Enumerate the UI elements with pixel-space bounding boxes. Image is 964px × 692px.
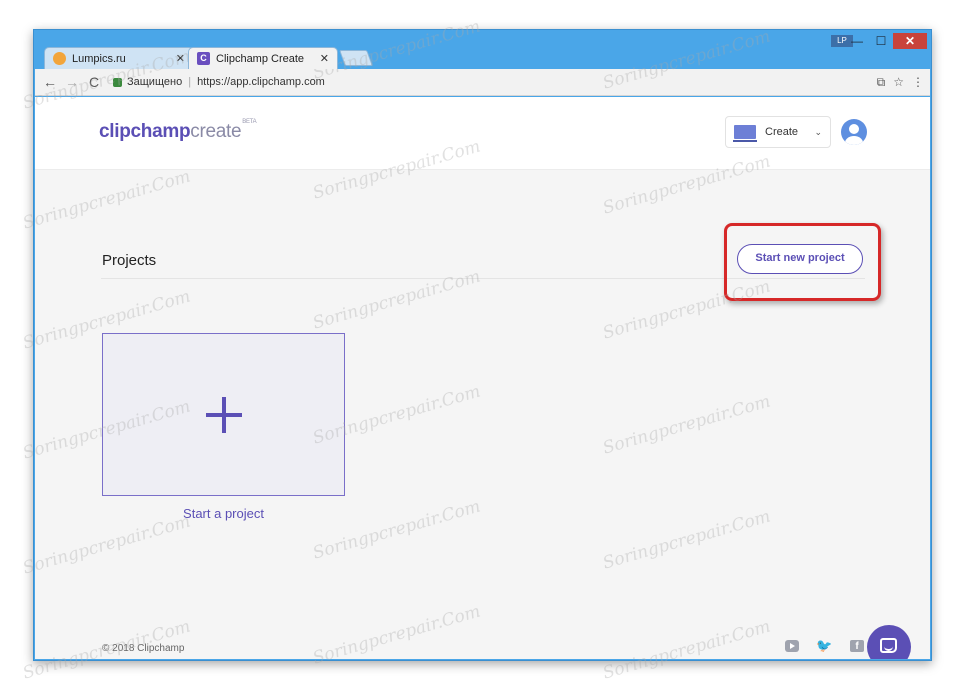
toolbar-actions: ⧉ ☆ ⋮ bbox=[877, 75, 924, 90]
chat-launcher-button[interactable] bbox=[867, 625, 911, 659]
bookmark-star-icon[interactable]: ☆ bbox=[893, 75, 904, 89]
maximize-button[interactable]: ☐ bbox=[869, 33, 893, 49]
twitter-icon[interactable]: 🐦 bbox=[816, 639, 832, 652]
close-window-button[interactable]: ✕ bbox=[893, 33, 927, 49]
new-project-tile[interactable] bbox=[102, 333, 345, 496]
copyright-text: © 2018 Clipchamp bbox=[102, 643, 185, 654]
avatar[interactable] bbox=[841, 119, 867, 145]
browser-menu-icon[interactable]: ⋮ bbox=[912, 75, 924, 89]
page-viewport: clipchampcreateBETA Create ⌄ Projects St… bbox=[35, 97, 930, 659]
browser-window: LP — ☐ ✕ Lumpics.ru ✕ C Clipchamp Create… bbox=[33, 29, 932, 661]
secure-label: Защищено bbox=[127, 76, 183, 88]
logo-sub: create bbox=[190, 121, 242, 142]
avatar-head bbox=[849, 124, 859, 134]
page-title: Projects bbox=[102, 252, 157, 269]
tab-clipchamp[interactable]: C Clipchamp Create ✕ bbox=[188, 47, 338, 69]
address-separator: | bbox=[188, 76, 192, 88]
forward-icon[interactable]: → bbox=[63, 73, 81, 91]
app-header: clipchampcreateBETA Create ⌄ bbox=[35, 97, 930, 170]
beta-badge: BETA bbox=[242, 119, 257, 125]
lock-icon bbox=[113, 77, 122, 87]
browser-toolbar: ← → C Защищено | https://app.clipchamp.c… bbox=[35, 69, 930, 96]
facebook-icon[interactable]: f bbox=[850, 640, 864, 652]
screen-icon bbox=[733, 125, 757, 142]
reload-icon[interactable]: C bbox=[85, 73, 103, 91]
start-project-link[interactable]: Start a project bbox=[102, 506, 345, 521]
lumpics-favicon-icon bbox=[53, 52, 66, 65]
plus-icon-bar bbox=[206, 413, 242, 417]
avatar-body bbox=[845, 136, 863, 145]
address-bar[interactable]: Защищено | https://app.clipchamp.com bbox=[113, 72, 877, 92]
tab-title: Clipchamp Create bbox=[216, 52, 305, 65]
translate-icon[interactable]: ⧉ bbox=[877, 75, 886, 90]
youtube-icon[interactable] bbox=[785, 640, 799, 652]
clipchamp-favicon-icon: C bbox=[197, 52, 210, 65]
create-dropdown[interactable]: Create ⌄ bbox=[725, 116, 831, 148]
tab-title: Lumpics.ru bbox=[72, 52, 126, 65]
chevron-down-icon: ⌄ bbox=[814, 126, 822, 137]
minimize-button[interactable]: — bbox=[845, 33, 869, 49]
tab-strip: Lumpics.ru ✕ C Clipchamp Create ✕ bbox=[44, 45, 373, 69]
back-icon[interactable]: ← bbox=[41, 73, 59, 91]
clipchamp-logo[interactable]: clipchampcreateBETA bbox=[99, 119, 257, 143]
tab-lumpics[interactable]: Lumpics.ru ✕ bbox=[44, 47, 194, 69]
highlight-frame bbox=[724, 223, 881, 301]
window-controls: — ☐ ✕ bbox=[845, 33, 927, 49]
tab-close-icon[interactable]: ✕ bbox=[176, 52, 185, 65]
logo-main: clipchamp bbox=[99, 121, 191, 142]
create-label: Create bbox=[765, 126, 799, 138]
tab-close-icon[interactable]: ✕ bbox=[320, 52, 329, 65]
new-tab-button[interactable] bbox=[339, 50, 373, 66]
url-text[interactable]: https://app.clipchamp.com bbox=[197, 76, 325, 88]
